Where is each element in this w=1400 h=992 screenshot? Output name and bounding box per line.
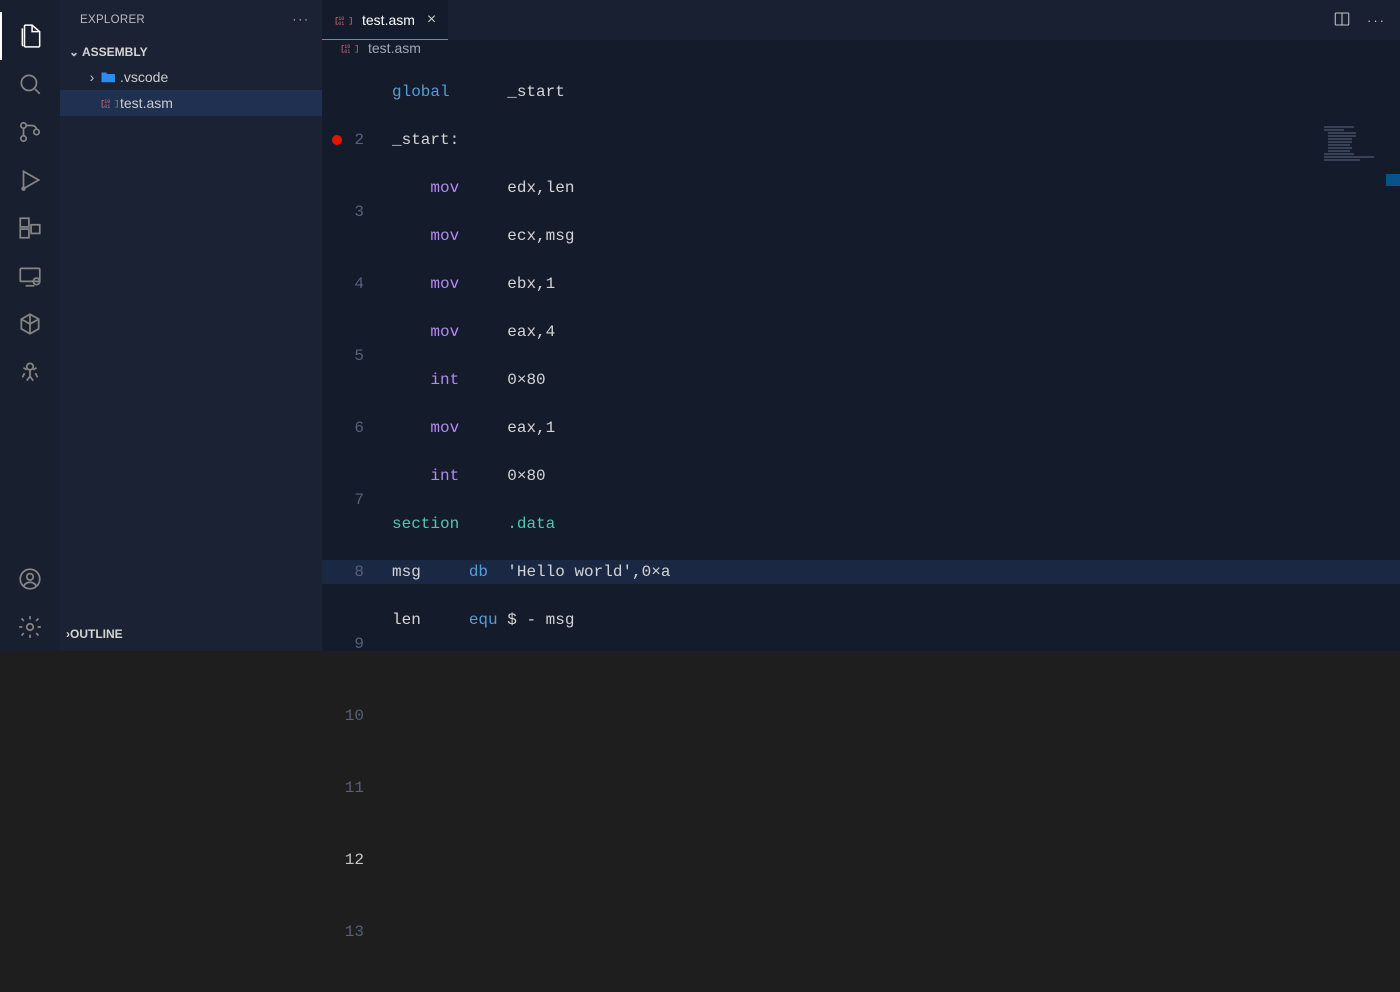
- explorer-sidebar: EXPLORER ··· ⌄ ASSEMBLY › .vscode [1001]…: [60, 0, 322, 651]
- activity-remote[interactable]: [0, 252, 60, 300]
- tree-file-label: test.asm: [120, 95, 173, 111]
- activity-search[interactable]: [0, 60, 60, 108]
- line-number: 11: [322, 776, 364, 800]
- sidebar-outline-label: OUTLINE: [70, 627, 123, 641]
- breadcrumb-file: test.asm: [368, 40, 421, 56]
- chevron-right-icon: ›: [84, 69, 100, 85]
- svg-text:01: 01: [104, 104, 110, 110]
- line-number: 12: [322, 848, 364, 872]
- line-number-gutter: 2 3 4 5 6 7 8 9 10 11 12 13: [322, 56, 392, 992]
- svg-text:01: 01: [344, 49, 350, 55]
- asm-file-icon: [1001]: [100, 96, 120, 110]
- tab-label: test.asm: [362, 12, 415, 28]
- asm-file-icon: [1001]: [340, 41, 360, 55]
- code-editor[interactable]: 2 3 4 5 6 7 8 9 10 11 12 13 global _star…: [322, 56, 1400, 992]
- tree-folder-label: .vscode: [120, 69, 168, 85]
- activity-misc-1[interactable]: [0, 300, 60, 348]
- activity-misc-2[interactable]: [0, 348, 60, 396]
- line-number: 4: [322, 272, 364, 296]
- svg-text:]: ]: [348, 15, 353, 25]
- activity-extensions[interactable]: [0, 204, 60, 252]
- editor-actions: ···: [1333, 10, 1400, 31]
- line-number: 2: [322, 128, 364, 152]
- editor-area: [1001] test.asm × ··· [1001] test.asm 2 …: [322, 0, 1400, 651]
- tab-test-asm[interactable]: [1001] test.asm ×: [322, 0, 448, 40]
- breadcrumb[interactable]: [1001] test.asm: [322, 40, 1400, 56]
- activity-bar: [0, 0, 60, 651]
- sidebar-more-icon[interactable]: ···: [293, 14, 311, 26]
- asm-file-icon: [1001]: [334, 13, 354, 27]
- sidebar-header: EXPLORER ···: [60, 0, 322, 40]
- svg-text:01: 01: [338, 21, 344, 27]
- sidebar-section-outline[interactable]: › OUTLINE: [60, 621, 322, 645]
- line-number: 6: [322, 416, 364, 440]
- breakpoint-icon[interactable]: [332, 135, 342, 145]
- activity-settings[interactable]: [0, 603, 60, 651]
- sidebar-section-assembly[interactable]: ⌄ ASSEMBLY: [60, 40, 322, 64]
- activity-run-debug[interactable]: [0, 156, 60, 204]
- line-number: 7: [322, 488, 364, 512]
- line-number: 3: [322, 200, 364, 224]
- close-icon[interactable]: ×: [427, 11, 436, 29]
- activity-source-control[interactable]: [0, 108, 60, 156]
- line-number: 9: [322, 632, 364, 656]
- tab-bar: [1001] test.asm × ···: [322, 0, 1400, 40]
- split-editor-icon[interactable]: [1333, 10, 1351, 31]
- chevron-down-icon: ⌄: [66, 45, 82, 59]
- activity-explorer[interactable]: [0, 12, 60, 60]
- sidebar-title: EXPLORER: [80, 14, 145, 26]
- line-number: 8: [322, 560, 364, 584]
- code-content[interactable]: global _start _start: mov edx,len mov ec…: [392, 56, 1400, 992]
- line-number: 13: [322, 920, 364, 944]
- tree-file-test-asm[interactable]: [1001] test.asm: [60, 90, 322, 116]
- file-tree: › .vscode [1001] test.asm: [60, 64, 322, 116]
- line-number: 5: [322, 344, 364, 368]
- svg-text:]: ]: [114, 99, 119, 109]
- svg-text:]: ]: [354, 44, 359, 54]
- line-number: 10: [322, 704, 364, 728]
- sidebar-section-label: ASSEMBLY: [82, 45, 148, 59]
- editor-more-icon[interactable]: ···: [1367, 13, 1386, 28]
- activity-accounts[interactable]: [0, 555, 60, 603]
- tree-folder-vscode[interactable]: › .vscode: [60, 64, 322, 90]
- overview-ruler-marker: [1386, 174, 1400, 186]
- folder-icon: [100, 70, 120, 84]
